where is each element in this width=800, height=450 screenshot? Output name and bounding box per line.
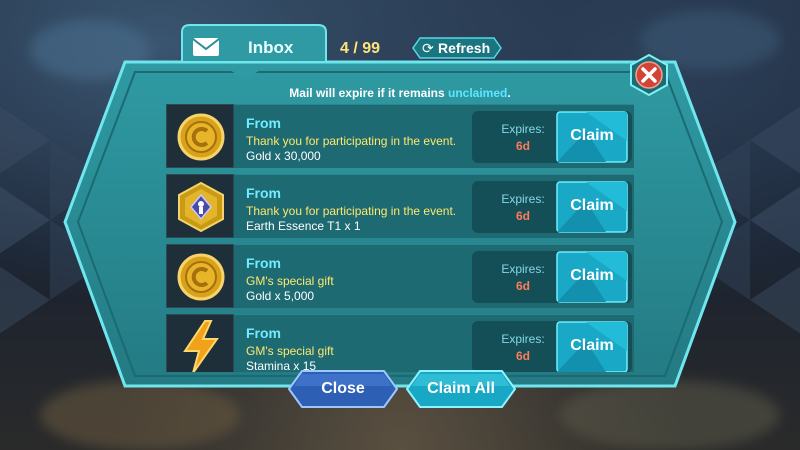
mail-body: From GM's special gift Gold x 5,000 Expi… [234,244,634,308]
mail-row: From Thank you for participating in the … [166,104,634,168]
expiry-notice: Mail will expire if it remains unclaimed… [0,86,800,100]
claim-all-button[interactable]: Claim All [406,370,516,408]
mail-row: From GM's special gift Gold x 5,000 Expi… [166,244,634,308]
mail-row: From Thank you for participating in the … [166,174,634,238]
claim-button[interactable]: Claim [556,111,628,163]
refresh-label: Refresh [438,40,491,56]
tab-inbox[interactable]: Inbox [180,25,326,71]
claim-label: Claim [570,267,614,284]
mail-subject: Thank you for participating in the event… [246,134,457,148]
mail-item-icon-box [166,244,234,308]
refresh-button[interactable]: ⟳ Refresh [412,37,502,59]
mail-body: From GM's special gift Stamina x 15 Expi… [234,314,634,372]
mail-body: From Thank you for participating in the … [234,104,634,168]
notice-highlight: unclaimed [448,86,508,100]
expires-value: 6d [515,139,530,153]
mail-from: From [246,115,281,131]
mail-item-icon-box [166,104,234,168]
gold-coin-icon [177,113,225,161]
mail-count: 4 / 99 [340,40,381,57]
claim-label: Claim [570,197,614,214]
mail-subject: GM's special gift [246,274,334,288]
mail-item-icon-box [166,174,234,238]
lightning-bolt-icon [183,320,219,372]
mail-subject: GM's special gift [246,344,334,358]
expires-label: Expires: [501,332,545,346]
mail-reward: Earth Essence T1 x 1 [246,219,361,233]
expires-label: Expires: [501,192,545,206]
claim-label: Claim [570,127,614,144]
claim-label: Claim [570,337,614,354]
refresh-icon: ⟳ [422,40,434,56]
close-button[interactable]: Close [288,370,398,408]
expires-label: Expires: [501,262,545,276]
mail-from: From [246,185,281,201]
claim-button[interactable]: Claim [556,321,628,372]
mail-body: From Thank you for participating in the … [234,174,634,238]
earth-essence-icon [178,181,224,233]
expires-label: Expires: [501,122,545,136]
expires-value: 6d [515,349,530,363]
mail-row: From GM's special gift Stamina x 15 Expi… [166,314,634,372]
expires-value: 6d [515,209,530,223]
notice-suffix: . [507,86,511,100]
tab-inbox-label: Inbox [248,38,294,57]
expires-value: 6d [515,279,530,293]
gold-coin-icon [177,253,225,301]
notice-prefix: Mail will expire if it remains [289,86,448,100]
mail-from: From [246,325,281,341]
close-button-label: Close [321,380,365,397]
claim-all-button-label: Claim All [427,380,495,397]
claim-button[interactable]: Claim [556,251,628,303]
mail-from: From [246,255,281,271]
mail-list[interactable]: From Thank you for participating in the … [166,104,634,372]
claim-button[interactable]: Claim [556,181,628,233]
mail-subject: Thank you for participating in the event… [246,204,457,218]
mail-icon [192,38,220,56]
mail-reward: Gold x 30,000 [246,149,321,163]
mail-item-icon-box [166,314,234,372]
mail-reward: Gold x 5,000 [246,289,315,303]
